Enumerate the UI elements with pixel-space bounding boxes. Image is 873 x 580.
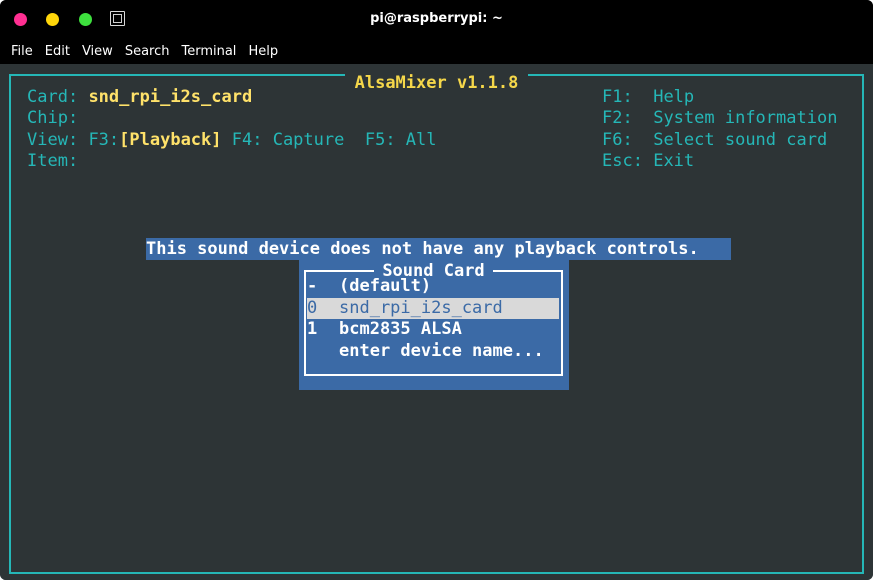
menu-edit[interactable]: Edit [45, 40, 70, 64]
view-all-tab[interactable]: F5: All [365, 130, 437, 150]
view-label: View: [27, 130, 79, 150]
item-label: Item: [27, 151, 79, 171]
terminal-area[interactable]: AlsaMixer v1.1.8 Card: snd_rpi_i2s_card … [0, 64, 873, 580]
menu-bar: File Edit View Search Terminal Help [0, 40, 873, 64]
no-controls-message: This sound device does not have any play… [146, 238, 731, 260]
help-key-f1: F1: Help [602, 87, 695, 107]
card-value: snd_rpi_i2s_card [88, 87, 253, 107]
menu-terminal[interactable]: Terminal [181, 40, 236, 64]
terminal-window: pi@raspberrypi: ~ File Edit View Search … [0, 0, 873, 580]
view-f3-key: F3: [88, 130, 120, 150]
option-enter-device-name[interactable]: enter device name... [307, 341, 559, 362]
view-capture-tab[interactable]: F4: Capture [232, 130, 345, 150]
menu-help[interactable]: Help [248, 40, 278, 64]
help-key-f6: F6: Select sound card [602, 130, 828, 150]
window-title: pi@raspberrypi: ~ [370, 11, 503, 26]
help-key-f2: F2: System information [602, 108, 838, 128]
option-snd-rpi-i2s-card[interactable]: 0 snd_rpi_i2s_card [307, 298, 559, 319]
sound-card-dialog: Sound Card - (default) 0 snd_rpi_i2s_card … [299, 260, 569, 390]
card-line: Card: snd_rpi_i2s_card [27, 87, 252, 108]
chip-label: Chip: [27, 108, 79, 128]
option-default[interactable]: - (default) [307, 276, 559, 297]
menu-search[interactable]: Search [125, 40, 170, 64]
help-key-esc: Esc: Exit [602, 151, 695, 171]
card-label: Card: [27, 87, 79, 107]
menu-view[interactable]: View [82, 40, 113, 64]
title-bar: pi@raspberrypi: ~ [0, 0, 873, 40]
option-bcm2835-alsa[interactable]: 1 bcm2835 ALSA [307, 319, 559, 340]
view-line: View: F3:[Playback] F4: Capture F5: All [27, 130, 437, 151]
menu-file[interactable]: File [11, 40, 33, 64]
view-playback-tab[interactable]: [Playback] [119, 130, 221, 150]
